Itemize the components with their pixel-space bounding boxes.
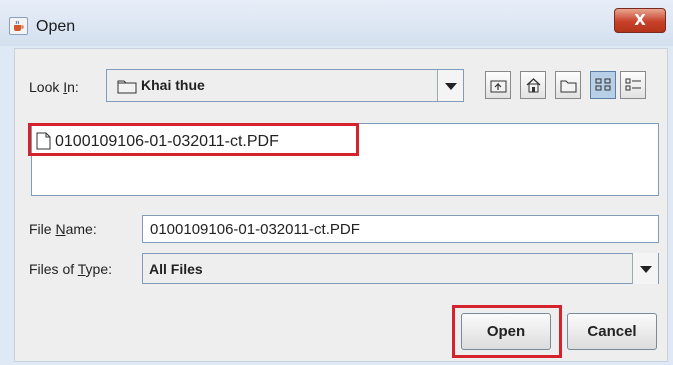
window-title: Open	[36, 18, 76, 35]
file-name-value: 0100109106-01-032011-ct.PDF	[150, 221, 360, 238]
file-name-label: File Name:	[29, 221, 97, 237]
details-view-icon	[625, 78, 641, 91]
dialog-body: Look In: Khai thue 0100109106-01-032011-…	[14, 48, 668, 362]
close-button[interactable]: X	[614, 8, 666, 33]
folder-icon	[117, 80, 137, 94]
open-dialog: Open X Look In: Khai thue 0100109106-01-…	[0, 0, 673, 365]
home-icon	[526, 78, 541, 93]
cancel-button[interactable]: Cancel	[567, 313, 657, 350]
details-view-button[interactable]	[620, 71, 646, 99]
up-one-level-button[interactable]	[485, 71, 511, 99]
list-view-button[interactable]	[590, 71, 616, 99]
highlight-box-file	[28, 123, 359, 156]
look-in-dropdown-button[interactable]	[437, 70, 463, 101]
look-in-label: Look In:	[29, 79, 79, 95]
files-of-type-combo[interactable]: All Files	[142, 253, 659, 284]
close-icon: X	[634, 11, 646, 29]
chevron-down-icon	[640, 266, 652, 273]
home-button[interactable]	[520, 71, 546, 99]
files-of-type-label: Files of Type:	[29, 261, 113, 277]
chevron-down-icon	[445, 83, 457, 90]
java-cup-icon	[9, 17, 28, 35]
up-one-level-icon	[490, 80, 507, 93]
look-in-combo[interactable]: Khai thue	[106, 69, 464, 102]
title-bar[interactable]: Open X	[0, 0, 673, 46]
file-name-input[interactable]: 0100109106-01-032011-ct.PDF	[142, 215, 659, 243]
files-of-type-dropdown-button[interactable]	[632, 253, 658, 284]
look-in-value: Khai thue	[141, 77, 205, 93]
new-folder-icon	[560, 80, 577, 93]
files-of-type-value: All Files	[149, 261, 203, 277]
list-view-icon	[595, 78, 611, 91]
highlight-box-open	[452, 305, 562, 358]
new-folder-button[interactable]	[555, 71, 581, 99]
